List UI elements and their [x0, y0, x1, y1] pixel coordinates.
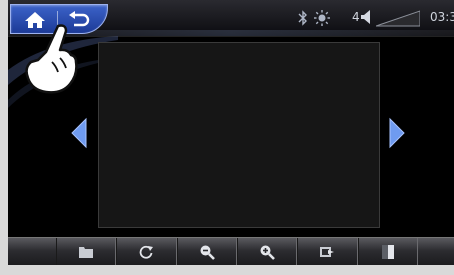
bluetooth-icon — [298, 10, 307, 26]
home-icon — [25, 12, 45, 28]
back-button[interactable] — [65, 9, 93, 31]
folder-button[interactable] — [56, 238, 117, 266]
toolbar-buttons — [56, 238, 418, 266]
wallpaper-icon — [381, 245, 394, 259]
zoom-out-icon — [200, 245, 215, 260]
volume-level: 4 — [352, 10, 360, 24]
zoom-in-icon — [260, 245, 276, 260]
device-screen: 4 03:31 — [8, 0, 454, 275]
brightness-icon[interactable] — [313, 9, 331, 27]
volume-ramp[interactable] — [376, 9, 420, 27]
zoom-in-button[interactable] — [236, 238, 298, 266]
photo-viewer[interactable] — [98, 42, 380, 228]
rotate-icon — [140, 245, 154, 259]
home-button[interactable] — [21, 10, 49, 30]
arrow-right-icon[interactable] — [388, 117, 406, 149]
zoom-out-button[interactable] — [176, 238, 237, 266]
toolbar — [8, 237, 454, 266]
wallpaper-button[interactable] — [357, 238, 418, 266]
arrow-left-icon[interactable] — [70, 117, 88, 149]
slideshow-icon — [320, 247, 335, 257]
back-icon — [69, 11, 90, 27]
slideshow-button[interactable] — [297, 238, 358, 266]
rotate-button[interactable] — [116, 238, 177, 266]
folder-icon — [79, 247, 94, 258]
frame-bottom-edge — [8, 265, 454, 275]
speaker-icon[interactable] — [360, 9, 372, 25]
nav-divider — [57, 11, 58, 29]
clock: 03:31 — [430, 10, 454, 24]
